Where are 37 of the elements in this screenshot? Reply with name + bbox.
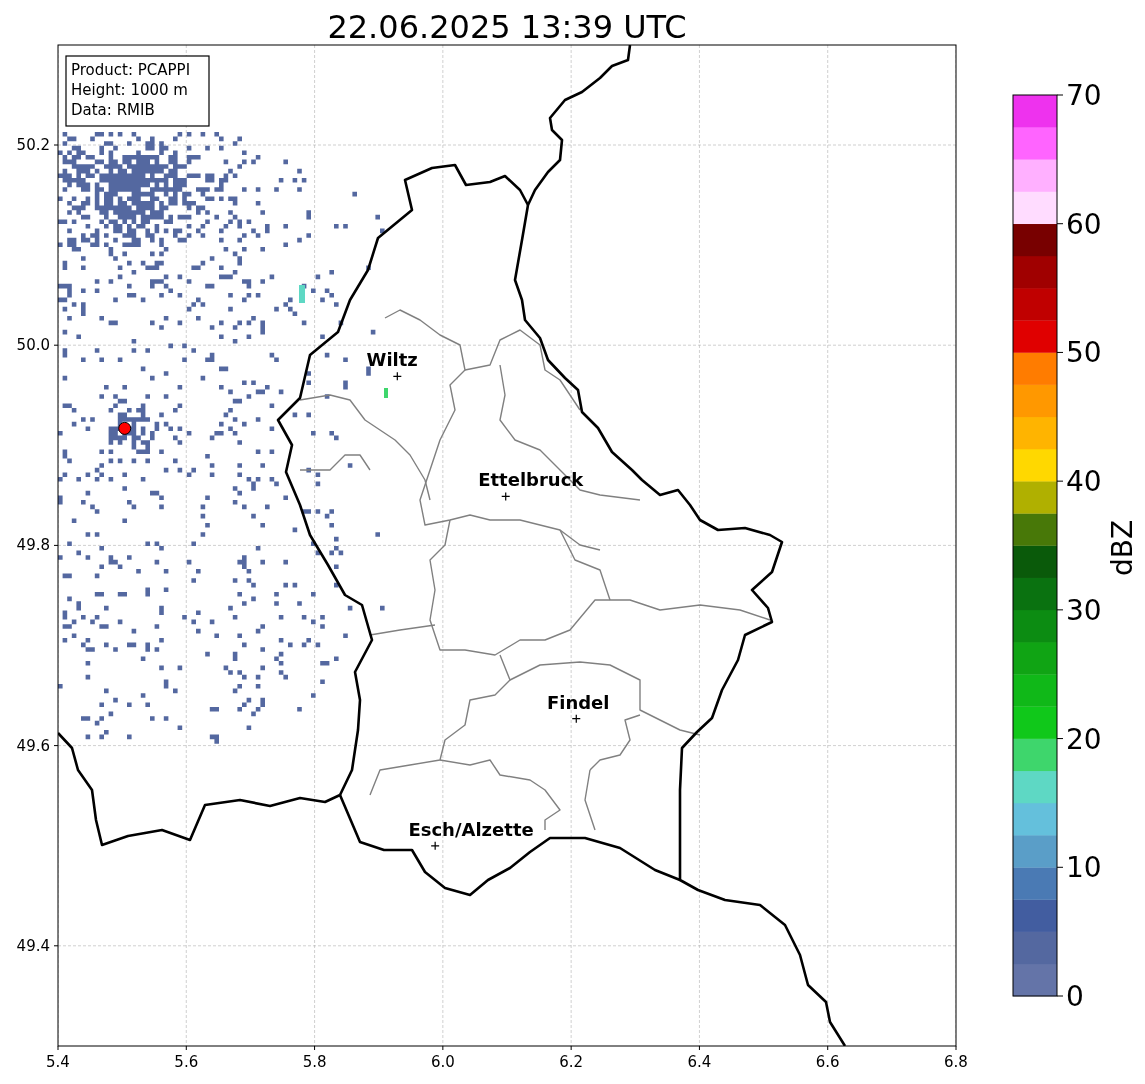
axis-tick-label: 6.6 <box>815 1053 840 1071</box>
axis-tick-label: 49.6 <box>16 736 50 755</box>
colorbar-tick-label: 20 <box>1066 722 1102 756</box>
axis-tick-label: 6.4 <box>687 1053 712 1071</box>
place-label: Wiltz <box>366 349 418 371</box>
axis-tick-label: 5.8 <box>302 1053 327 1071</box>
echo-cell-icon <box>299 285 305 303</box>
axis-tick-label: 5.4 <box>46 1053 70 1071</box>
colorbar-tick-label: 30 <box>1066 593 1102 627</box>
plus-marker-icon <box>501 491 511 502</box>
info-text: Height: 1000 m <box>71 81 188 99</box>
colorbar-tick-label: 0 <box>1066 980 1084 1013</box>
place-label: Findel <box>546 691 610 713</box>
plus-marker-icon <box>430 841 440 851</box>
info-text: Data: RMIB <box>71 101 155 119</box>
axis-tick-label: 49.4 <box>16 936 50 955</box>
axis-tick-label: 50.2 <box>16 136 50 154</box>
place-label: Esch/Alzette <box>408 818 534 840</box>
radar-site-icon <box>118 421 132 435</box>
info-text: Product: PCAPPI <box>71 61 191 79</box>
plus-marker-icon <box>392 371 402 381</box>
axis-tick-label: 6.0 <box>430 1053 455 1071</box>
axis-tick-label: 5.6 <box>174 1053 199 1071</box>
colorbar-tick-label: 10 <box>1066 851 1102 885</box>
colorbar-tick-label: 40 <box>1066 465 1102 499</box>
colorbar-label: dBZ <box>1106 519 1139 577</box>
axis-tick-label: 50.0 <box>16 336 50 355</box>
colorbar-tick-label: 50 <box>1066 336 1102 370</box>
colorbar-tick-label: 60 <box>1066 207 1102 241</box>
axis-tick-label: 6.2 <box>559 1053 584 1071</box>
chart-title: 22.06.2025 13:39 UTC <box>327 8 687 46</box>
place-label: Ettelbruck <box>478 469 584 491</box>
axis-tick-label: 49.8 <box>16 536 50 555</box>
colorbar-tick-label: 70 <box>1066 79 1102 112</box>
axis-tick-label: 6.8 <box>944 1053 968 1071</box>
echo-cell-icon <box>384 388 388 398</box>
plus-marker-icon <box>571 714 581 724</box>
